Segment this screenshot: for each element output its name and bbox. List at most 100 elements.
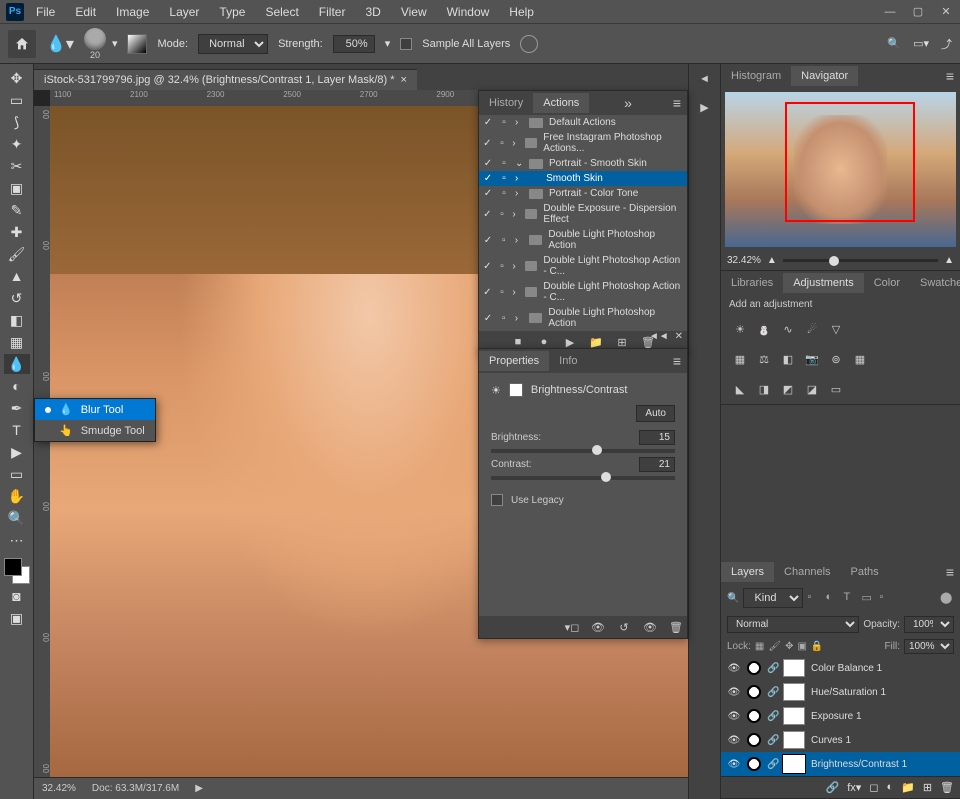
menu-edit[interactable]: Edit (67, 3, 104, 21)
chevron-down-icon[interactable]: ▾ (385, 37, 391, 50)
chevron-down-icon[interactable]: ▾ (112, 37, 118, 50)
action-row[interactable]: ✓▫›Double Light Photoshop Action - C... (479, 279, 687, 305)
brush-tool[interactable]: 🖌 (4, 244, 30, 264)
zoom-tool[interactable]: 🔍 (4, 508, 30, 528)
screenmode-toggle[interactable]: ▣ (4, 608, 30, 628)
opacity-select[interactable]: 100% (904, 616, 954, 633)
menu-layer[interactable]: Layer (161, 3, 207, 21)
navigator-view-box[interactable] (785, 102, 915, 222)
heal-tool[interactable]: ✚ (4, 222, 30, 242)
curves-adj-icon[interactable]: ∿ (779, 320, 797, 338)
visibility-icon[interactable]: 👁 (727, 735, 741, 746)
close-tab-icon[interactable]: × (401, 74, 407, 86)
gradient-tool[interactable]: ▦ (4, 332, 30, 352)
libraries-tab[interactable]: Libraries (721, 273, 783, 293)
mask-thumb[interactable] (783, 707, 805, 725)
action-row[interactable]: ✓▫›Double Light Photoshop Action (479, 305, 687, 331)
layer-name[interactable]: Curves 1 (811, 735, 851, 746)
mode-select[interactable]: Normal (198, 34, 268, 54)
visibility-icon[interactable]: 👁 (727, 663, 741, 674)
filter-type-icon[interactable]: T (843, 591, 857, 605)
visibility-icon[interactable]: 👁 (727, 759, 741, 770)
brush-panel-toggle[interactable] (127, 34, 147, 54)
share-icon[interactable]: ⤴ (941, 36, 952, 52)
bw-adj-icon[interactable]: ◧ (779, 350, 797, 368)
auto-button[interactable]: Auto (636, 405, 675, 422)
flyout-blur-tool[interactable]: 💧Blur Tool (35, 399, 155, 420)
invert-adj-icon[interactable]: ◣ (731, 380, 749, 398)
properties-tab[interactable]: Properties (479, 351, 549, 371)
action-row[interactable]: ✓▫› Smooth Skin (479, 171, 687, 186)
link-layers-icon[interactable]: 🔗 (826, 781, 840, 794)
layer-name[interactable]: Brightness/Contrast 1 (811, 759, 907, 770)
layer-filter-select[interactable]: Kind (743, 588, 803, 608)
stop-icon[interactable]: ■ (511, 335, 525, 349)
delete-layer-icon[interactable]: 🗑 (940, 781, 954, 794)
strength-input[interactable] (333, 35, 375, 53)
contrast-slider[interactable] (491, 476, 675, 480)
panel-menu-icon[interactable]: ≡ (940, 564, 960, 580)
new-set-icon[interactable]: 📁 (589, 335, 603, 349)
actions-tab[interactable]: Actions (533, 93, 589, 113)
paths-tab[interactable]: Paths (841, 562, 889, 582)
workspace-icon[interactable]: ▭▾ (913, 37, 929, 50)
new-action-icon[interactable]: ⊞ (615, 335, 629, 349)
new-group-icon[interactable]: 📁 (901, 781, 915, 794)
panel-collapse-icon[interactable]: » (618, 95, 638, 111)
mask-thumb[interactable] (783, 683, 805, 701)
selective-color-adj-icon[interactable]: ◪ (803, 380, 821, 398)
lock-transparent-icon[interactable]: ▦ (755, 641, 764, 652)
panel-collapse-icon[interactable]: ◄◄ (649, 331, 669, 342)
filter-smart-icon[interactable]: ▫ (879, 591, 893, 605)
flyout-smudge-tool[interactable]: 👆Smudge Tool (35, 420, 155, 441)
lasso-tool[interactable]: ⟆ (4, 112, 30, 132)
new-fill-icon[interactable]: ◐ (886, 781, 893, 794)
channels-tab[interactable]: Channels (774, 562, 840, 582)
zoom-slider[interactable] (783, 259, 938, 262)
lookup-adj-icon[interactable]: ▦ (851, 350, 869, 368)
levels-adj-icon[interactable]: ⛄ (755, 320, 773, 338)
history-tab[interactable]: History (479, 93, 533, 113)
menu-select[interactable]: Select (257, 3, 306, 21)
blur-tool-icon[interactable]: 💧▾ (46, 34, 74, 54)
action-row[interactable]: ✓▫›Portrait - Color Tone (479, 186, 687, 201)
visibility-icon[interactable]: 👁 (727, 687, 741, 698)
visibility-icon[interactable]: 👁 (727, 711, 741, 722)
lock-artboard-icon[interactable]: ▣ (797, 641, 806, 652)
document-tab[interactable]: iStock-531799796.jpg @ 32.4% (Brightness… (34, 69, 417, 90)
record-icon[interactable]: ● (537, 335, 551, 349)
toggle-visibility-icon[interactable]: 👁 (643, 620, 657, 634)
menu-filter[interactable]: Filter (311, 3, 354, 21)
marquee-tool[interactable]: ▭ (4, 90, 30, 110)
zoom-out-icon[interactable]: ▲ (767, 255, 777, 266)
action-row[interactable]: ✓▫›Free Instagram Photoshop Actions... (479, 130, 687, 156)
blur-tool[interactable]: 💧 (4, 354, 30, 374)
navigator-preview[interactable] (725, 92, 956, 247)
action-row[interactable]: ✓▫⌄Portrait - Smooth Skin (479, 156, 687, 171)
menu-image[interactable]: Image (108, 3, 157, 21)
quick-select-tool[interactable]: ✦ (4, 134, 30, 154)
pressure-icon[interactable] (520, 35, 538, 53)
window-maximize[interactable]: ▢ (910, 4, 926, 20)
menu-view[interactable]: View (393, 3, 435, 21)
move-tool[interactable]: ✥ (4, 68, 30, 88)
layer-row[interactable]: 👁🔗Brightness/Contrast 1 (721, 752, 960, 776)
panel-menu-icon[interactable]: ≡ (667, 95, 687, 111)
play-icon[interactable]: ▶ (563, 335, 577, 349)
layer-style-icon[interactable]: fx▾ (847, 781, 861, 794)
quickmask-toggle[interactable]: ◙ (4, 586, 30, 606)
stamp-tool[interactable]: ▲ (4, 266, 30, 286)
panel-menu-icon[interactable]: ≡ (940, 68, 960, 84)
filter-pixel-icon[interactable]: ▫ (807, 591, 821, 605)
home-button[interactable] (8, 30, 36, 58)
hue-adj-icon[interactable]: ▦ (731, 350, 749, 368)
lock-all-icon[interactable]: 🔒 (811, 641, 823, 652)
exposure-adj-icon[interactable]: ☄ (803, 320, 821, 338)
hand-tool[interactable]: ✋ (4, 486, 30, 506)
vibrance-adj-icon[interactable]: ▽ (827, 320, 845, 338)
swatches-tab[interactable]: Swatches (910, 273, 960, 293)
layers-tab[interactable]: Layers (721, 562, 774, 582)
search-icon[interactable]: 🔍 (887, 37, 901, 50)
channel-mixer-adj-icon[interactable]: ⊚ (827, 350, 845, 368)
action-row[interactable]: ✓▫›Double Light Photoshop Action (479, 227, 687, 253)
